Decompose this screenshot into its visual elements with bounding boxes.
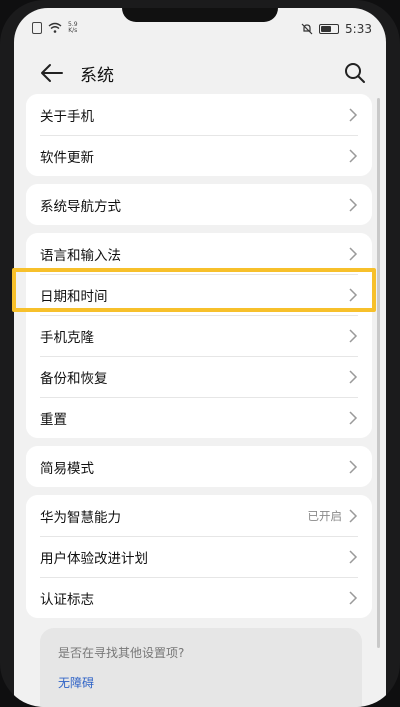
row-reset[interactable]: 重置: [26, 397, 372, 438]
scrollbar[interactable]: [377, 98, 380, 648]
row-backup-restore[interactable]: 备份和恢复: [26, 356, 372, 397]
accessibility-link[interactable]: 无障碍: [58, 674, 94, 691]
row-huawei-smart[interactable]: 华为智慧能力 已开启: [26, 495, 372, 536]
chevron-right-icon: [349, 549, 358, 564]
row-label: 简易模式: [40, 460, 94, 477]
mute-icon: [301, 23, 313, 35]
row-label: 华为智慧能力: [40, 509, 121, 526]
settings-group-3: 语言和输入法 日期和时间 手机克隆 备份和恢复 重置: [26, 233, 372, 438]
row-date-time[interactable]: 日期和时间: [26, 274, 372, 315]
row-label: 关于手机: [40, 108, 94, 125]
settings-group-5: 华为智慧能力 已开启 用户体验改进计划 认证标志: [26, 495, 372, 618]
settings-list: 关于手机 软件更新 系统导航方式 语言和输入法 日期和时间 手机克隆 备份和恢复…: [26, 94, 372, 626]
row-language-input[interactable]: 语言和输入法: [26, 233, 372, 274]
row-label: 手机克隆: [40, 329, 94, 346]
back-arrow-icon[interactable]: [36, 58, 66, 88]
search-icon[interactable]: [340, 58, 370, 88]
suggestion-card: 是否在寻找其他设置项? 无障碍: [40, 628, 362, 707]
chevron-right-icon: [349, 459, 358, 474]
chevron-right-icon: [349, 287, 358, 302]
row-phone-clone[interactable]: 手机克隆: [26, 315, 372, 356]
settings-group-4: 简易模式: [26, 446, 372, 487]
net-speed: 5.9 K/s: [68, 22, 78, 34]
chevron-right-icon: [349, 328, 358, 343]
status-left: 5.9 K/s: [32, 22, 78, 34]
sim-icon: [32, 22, 42, 34]
row-label: 语言和输入法: [40, 247, 121, 264]
notch: [122, 8, 278, 22]
row-label: 重置: [40, 411, 67, 428]
settings-group-2: 系统导航方式: [26, 184, 372, 225]
row-label: 软件更新: [40, 149, 94, 166]
screen: 5.9 K/s 5:33 系统 关于手机 软件更新 系统导航方式 语言和输入法 …: [14, 8, 386, 707]
row-certification[interactable]: 认证标志: [26, 577, 372, 618]
wifi-icon: [48, 22, 62, 33]
chevron-right-icon: [349, 148, 358, 163]
chevron-right-icon: [349, 508, 358, 523]
chevron-right-icon: [349, 107, 358, 122]
row-label: 日期和时间: [40, 288, 108, 305]
phone-frame: 5.9 K/s 5:33 系统 关于手机 软件更新 系统导航方式 语言和输入法 …: [0, 0, 400, 707]
row-label: 认证标志: [40, 591, 94, 608]
row-label: 系统导航方式: [40, 198, 121, 215]
status-time: 5:33: [345, 22, 372, 36]
battery-icon: [319, 24, 340, 34]
chevron-right-icon: [349, 590, 358, 605]
suggestion-title: 是否在寻找其他设置项?: [58, 646, 185, 660]
chevron-right-icon: [349, 246, 358, 261]
row-about-phone[interactable]: 关于手机: [26, 94, 372, 135]
chevron-right-icon: [349, 410, 358, 425]
row-simple-mode[interactable]: 简易模式: [26, 446, 372, 487]
status-right: 5:33: [301, 22, 372, 36]
row-label: 备份和恢复: [40, 370, 108, 387]
row-status-value: 已开启: [307, 508, 343, 523]
app-header: 系统: [14, 48, 386, 98]
net-speed-bottom: K/s: [68, 27, 78, 34]
row-software-update[interactable]: 软件更新: [26, 135, 372, 176]
page-title: 系统: [80, 66, 114, 86]
chevron-right-icon: [349, 197, 358, 212]
row-label: 用户体验改进计划: [40, 550, 148, 567]
row-navigation[interactable]: 系统导航方式: [26, 184, 372, 225]
chevron-right-icon: [349, 369, 358, 384]
row-user-experience[interactable]: 用户体验改进计划: [26, 536, 372, 577]
settings-group-1: 关于手机 软件更新: [26, 94, 372, 176]
